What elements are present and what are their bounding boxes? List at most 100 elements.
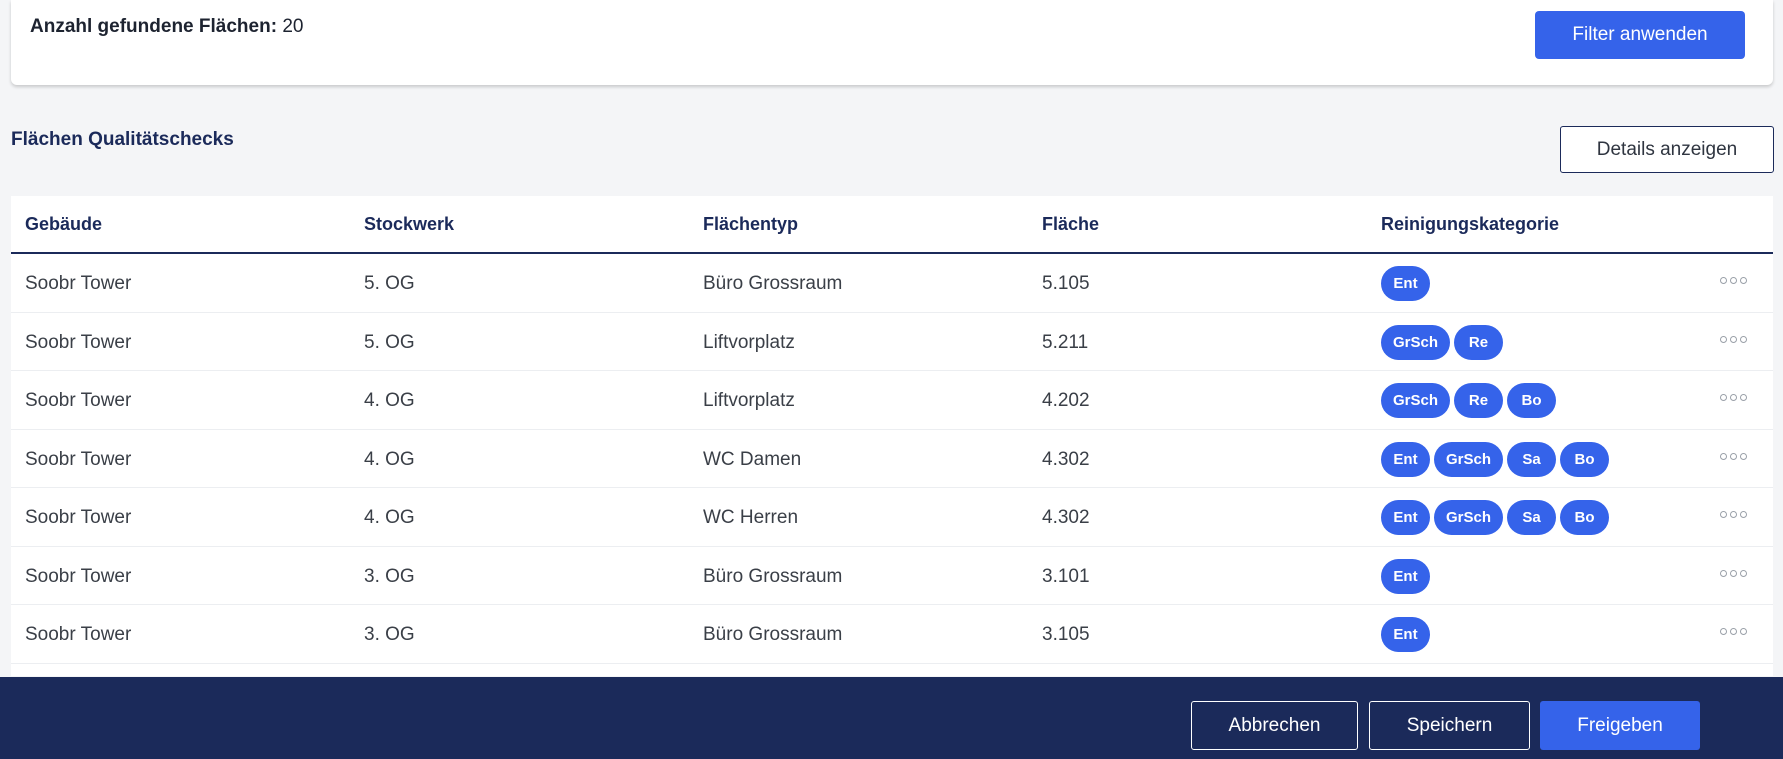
floor-cell: 5. OG xyxy=(364,273,415,294)
column-header-floor[interactable]: Stockwerk xyxy=(364,214,454,235)
dot-icon xyxy=(1720,277,1727,284)
building-cell: Soobr Tower xyxy=(25,331,132,353)
more-options-icon[interactable] xyxy=(1720,628,1747,635)
more-options-icon[interactable] xyxy=(1720,569,1747,577)
more-options-icon[interactable] xyxy=(1720,452,1747,460)
column-header-area-type[interactable]: Flächentyp xyxy=(703,214,798,235)
show-details-button[interactable]: Details anzeigen xyxy=(1560,126,1774,173)
building-cell: Soobr Tower xyxy=(25,565,132,587)
building-cell: Soobr Tower xyxy=(25,448,132,470)
category-tag[interactable]: Re xyxy=(1454,324,1504,360)
column-header-building[interactable]: Gebäude xyxy=(25,214,102,235)
more-options-icon[interactable] xyxy=(1720,335,1747,343)
category-tag[interactable]: Ent xyxy=(1381,266,1430,301)
areas-table: Gebäude Stockwerk Flächentyp Fläche Rein… xyxy=(11,196,1773,676)
area-type-cell: WC Damen xyxy=(703,448,802,470)
dot-icon xyxy=(1740,569,1747,577)
column-header-cleaning-category[interactable]: Reinigungskategorie xyxy=(1381,214,1559,235)
cleaning-category-tags: GrSch Re xyxy=(1381,324,1504,360)
category-tag[interactable]: GrSch xyxy=(1434,500,1504,535)
dot-icon xyxy=(1730,569,1737,577)
category-tag[interactable]: Bo xyxy=(1507,383,1557,418)
area-type-cell: Büro Grossraum xyxy=(703,273,843,294)
floor-cell: 4. OG xyxy=(364,507,415,528)
cleaning-category-tags: Ent xyxy=(1381,617,1430,652)
floor-cell: 4. OG xyxy=(364,390,415,411)
table-row[interactable]: Soobr Tower 3. OG Büro Grossraum 3.105 Ent xyxy=(11,605,1773,664)
dot-icon xyxy=(1720,394,1727,401)
save-button[interactable]: Speichern xyxy=(1369,701,1530,750)
category-tag[interactable]: GrSch xyxy=(1434,441,1504,477)
category-tag[interactable]: Ent xyxy=(1381,558,1430,594)
category-tag[interactable]: Sa xyxy=(1507,441,1557,477)
area-cell: 5.105 xyxy=(1042,273,1090,294)
dot-icon xyxy=(1740,277,1747,284)
category-tag[interactable]: Re xyxy=(1454,383,1504,418)
cancel-button[interactable]: Abbrechen xyxy=(1191,701,1358,750)
dot-icon xyxy=(1740,335,1747,343)
dot-icon xyxy=(1730,452,1737,460)
column-header-area[interactable]: Fläche xyxy=(1042,214,1099,235)
building-cell: Soobr Tower xyxy=(25,273,132,294)
found-areas-label: Anzahl gefundene Flächen: xyxy=(30,16,278,37)
area-type-cell: Liftvorplatz xyxy=(703,390,795,411)
building-cell: Soobr Tower xyxy=(25,624,132,645)
floor-cell: 3. OG xyxy=(364,565,415,587)
more-options-icon[interactable] xyxy=(1720,394,1747,401)
dot-icon xyxy=(1740,511,1747,518)
table-row[interactable]: Soobr Tower 4. OG WC Damen 4.302 Ent GrSch Sa B… xyxy=(11,430,1773,488)
table-row[interactable]: Soobr Tower 4. OG WC Herren 4.302 Ent GrSch Sa… xyxy=(11,488,1773,547)
dot-icon xyxy=(1730,277,1737,284)
area-type-cell: WC Herren xyxy=(703,507,799,528)
cleaning-category-tags: GrSch Re Bo xyxy=(1381,383,1557,418)
table-body: Soobr Tower 5. OG Büro Grossraum 5.105 Ent So… xyxy=(11,254,1773,664)
table-row[interactable]: Soobr Tower 5. OG Büro Grossraum 5.105 Ent xyxy=(11,254,1773,313)
section-title: Flächen Qualitätschecks xyxy=(11,129,234,150)
category-tag[interactable]: Ent xyxy=(1381,441,1430,477)
dot-icon xyxy=(1720,335,1727,343)
dot-icon xyxy=(1730,511,1737,518)
more-options-icon[interactable] xyxy=(1720,511,1747,518)
building-cell: Soobr Tower xyxy=(25,390,132,411)
table-row[interactable]: Soobr Tower 5. OG Liftvorplatz 5.211 GrSch Re xyxy=(11,313,1773,371)
action-footer: Abbrechen Speichern Freigeben xyxy=(0,677,1783,759)
dot-icon xyxy=(1720,511,1727,518)
dot-icon xyxy=(1730,394,1737,401)
release-button[interactable]: Freigeben xyxy=(1540,701,1700,750)
dot-icon xyxy=(1720,452,1727,460)
category-tag[interactable]: GrSch xyxy=(1381,324,1451,360)
table-row[interactable]: Soobr Tower 3. OG Büro Grossraum 3.101 Ent xyxy=(11,547,1773,605)
floor-cell: 3. OG xyxy=(364,624,415,645)
floor-cell: 5. OG xyxy=(364,331,415,353)
dot-icon xyxy=(1730,335,1737,343)
category-tag[interactable]: Bo xyxy=(1560,500,1610,535)
area-cell: 4.302 xyxy=(1042,448,1090,470)
cleaning-category-tags: Ent xyxy=(1381,558,1430,594)
area-cell: 5.211 xyxy=(1042,331,1089,353)
dot-icon xyxy=(1720,569,1727,577)
dot-icon xyxy=(1740,628,1747,635)
table-header: Gebäude Stockwerk Flächentyp Fläche Rein… xyxy=(11,196,1773,254)
found-areas-value: 20 xyxy=(282,16,304,37)
found-areas-count: Anzahl gefundene Flächen: 20 xyxy=(30,16,303,38)
category-tag[interactable]: Sa xyxy=(1507,500,1557,535)
cleaning-category-tags: Ent GrSch Sa Bo xyxy=(1381,500,1610,535)
cleaning-category-tags: Ent xyxy=(1381,266,1430,301)
cleaning-category-tags: Ent GrSch Sa Bo xyxy=(1381,441,1610,477)
category-tag[interactable]: GrSch xyxy=(1381,383,1451,418)
dot-icon xyxy=(1720,628,1727,635)
apply-filter-button[interactable]: Filter anwenden xyxy=(1535,11,1745,59)
area-type-cell: Liftvorplatz xyxy=(703,331,795,353)
category-tag[interactable]: Bo xyxy=(1560,441,1610,477)
building-cell: Soobr Tower xyxy=(25,507,132,528)
dot-icon xyxy=(1740,394,1747,401)
area-cell: 4.202 xyxy=(1042,390,1090,411)
category-tag[interactable]: Ent xyxy=(1381,500,1430,535)
area-cell: 4.302 xyxy=(1042,507,1090,528)
table-row[interactable]: Soobr Tower 4. OG Liftvorplatz 4.202 GrSch Re… xyxy=(11,371,1773,430)
area-type-cell: Büro Grossraum xyxy=(703,565,843,587)
area-cell: 3.105 xyxy=(1042,624,1090,645)
more-options-icon[interactable] xyxy=(1720,277,1747,284)
area-cell: 3.101 xyxy=(1042,565,1090,587)
category-tag[interactable]: Ent xyxy=(1381,617,1430,652)
